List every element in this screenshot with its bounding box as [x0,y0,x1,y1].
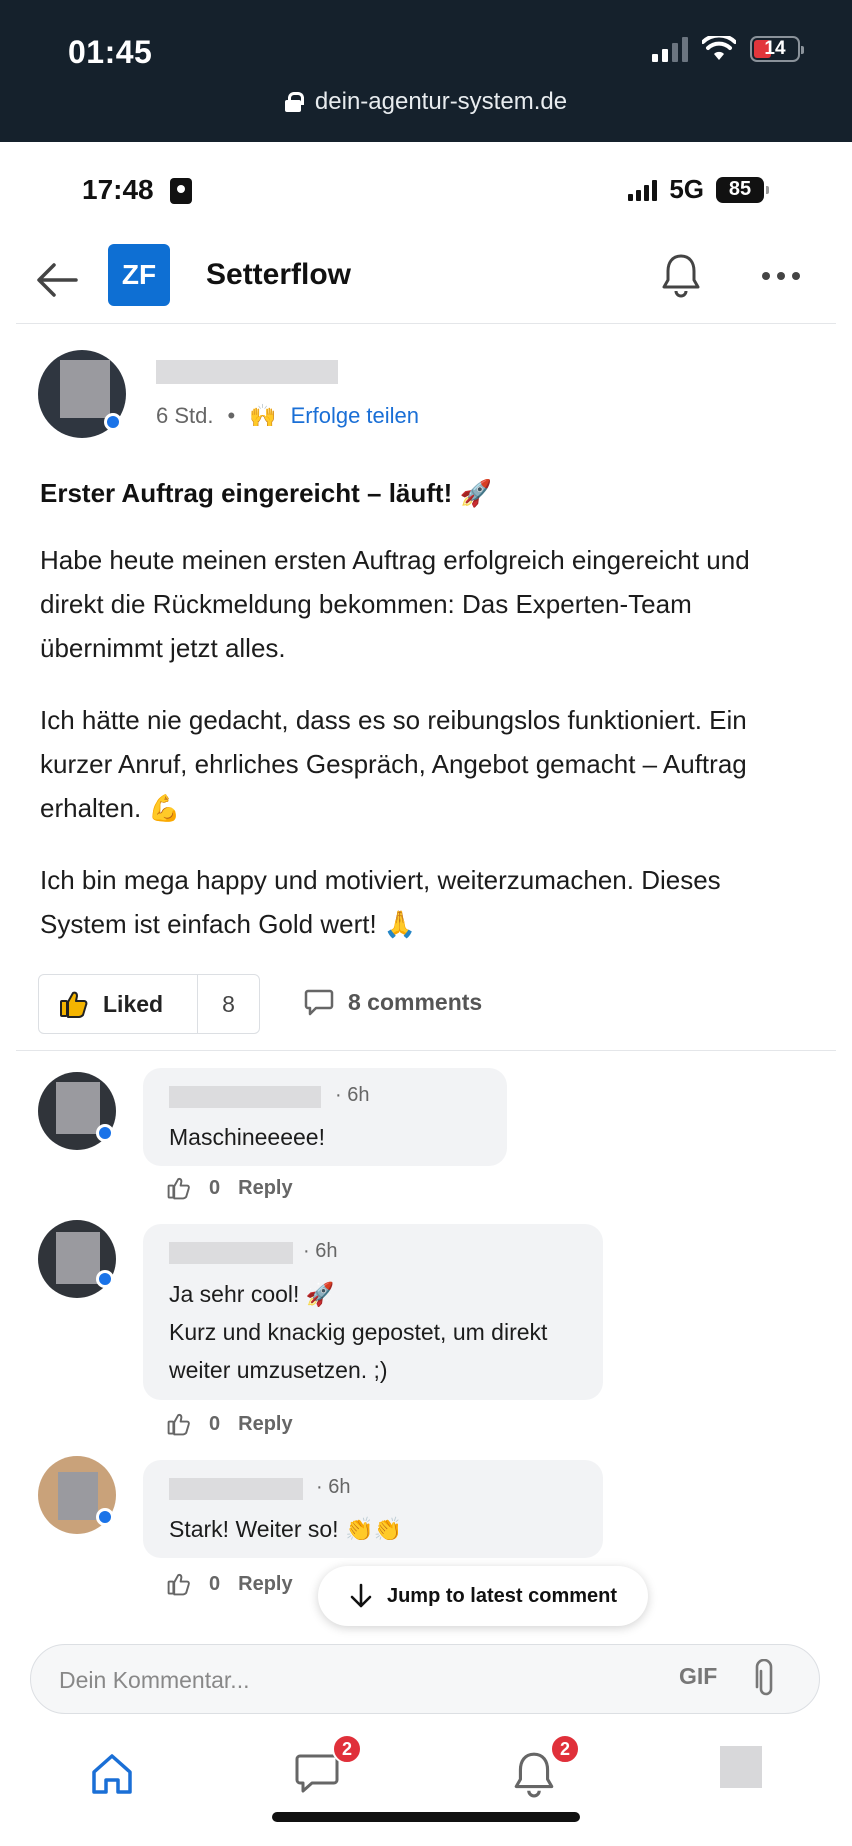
reply-button[interactable]: Reply [238,1573,292,1596]
group-title[interactable]: Setterflow [206,258,351,292]
jump-label: Jump to latest comment [386,1584,618,1607]
post-title: Erster Auftrag eingereicht – läuft! 🚀 [40,478,492,508]
home-indicator [272,1812,580,1822]
reactions-divider [16,1050,836,1051]
jump-to-latest-button[interactable]: Jump to latest comment [318,1566,648,1626]
comment-time: · 6h [335,1084,370,1106]
post-meta: 6 Std. • 🙌 Erfolge teilen [156,403,419,429]
comment-line: weiter umzusetzen. ;) [169,1357,388,1383]
address-bar[interactable]: dein-agentur-system.de [0,88,852,116]
home-icon [92,1754,132,1794]
comment-text: Stark! Weiter so! 👏👏 [169,1510,402,1548]
comment-text: Maschineeeee! [169,1118,325,1156]
comment-actions: 0 Reply [167,1176,293,1200]
phone-clock: 17:48 [82,174,154,205]
cellular-signal-icon [652,36,688,62]
cellular-signal-icon [628,179,658,201]
comments-button[interactable]: 8 comments [304,988,482,1016]
comments-count-label: 8 comments [348,988,483,1015]
messages-badge: 2 [332,1734,362,1764]
battery-icon: 85 [716,176,769,203]
more-options-icon[interactable] [762,272,800,280]
notifications-badge: 2 [550,1734,580,1764]
like-count[interactable]: 8 [198,975,259,1033]
comment-line: Kurz und knackig gepostet, um direkt [169,1319,548,1345]
commenter-name-redacted[interactable] [169,1242,293,1264]
post-category-link[interactable]: Erfolge teilen [291,403,419,429]
nav-profile-avatar[interactable] [720,1746,762,1788]
thumbs-up-filled-icon [60,991,88,1018]
battery-level: 85 [728,178,752,200]
comment-bubble-icon [304,989,334,1016]
header-divider [16,323,836,324]
like-label: Liked [103,990,164,1017]
battery-icon: 14 [750,36,804,62]
online-indicator [104,413,122,431]
browser-status-bar: 01:45 14 dein-agentur-system.de [0,0,852,142]
meta-separator: • [227,403,236,428]
reply-button[interactable]: Reply [238,1177,292,1200]
comment-line: Maschineeeee! [169,1124,325,1150]
wifi-icon [702,36,736,60]
thumbs-up-icon[interactable] [167,1412,191,1436]
phone-status-icons: 5G 85 [628,174,769,205]
url-text: dein-agentur-system.de [314,88,568,115]
thumbs-up-icon[interactable] [167,1572,191,1596]
reply-button[interactable]: Reply [238,1413,292,1436]
post-time: 6 Std. [156,403,214,428]
bottom-navigation: 2 2 [0,1730,852,1846]
like-button[interactable]: Liked [39,975,198,1033]
comment-time: · 6h [303,1240,338,1262]
raised-hands-icon: 🙌 [249,403,277,428]
thumbs-up-icon[interactable] [167,1176,191,1200]
post-paragraph: Habe heute meinen ersten Auftrag erfolgr… [40,545,750,663]
comment-actions: 0 Reply [167,1572,293,1596]
gif-button[interactable]: GIF [679,1663,717,1690]
nav-notifications[interactable]: 2 [512,1734,580,1800]
comment-like-count: 0 [209,1412,221,1435]
comment-actions: 0 Reply [167,1412,293,1436]
comment-text: Ja sehr cool! 🚀 Kurz und knackig geposte… [169,1275,547,1389]
battery-level: 14 [764,38,786,59]
post-paragraph: Ich hätte nie gedacht, dass es so reibun… [40,705,747,823]
online-indicator [96,1270,114,1288]
like-control: Liked 8 [38,974,260,1034]
author-name-redacted[interactable] [156,360,338,384]
bell-icon [514,1752,554,1798]
comment-time: · 6h [316,1476,351,1498]
comment-like-count: 0 [209,1176,221,1199]
network-type: 5G [669,174,704,204]
chat-bubble-icon [295,1754,339,1793]
post-paragraph: Ich bin mega happy und motiviert, weiter… [40,865,721,939]
browser-clock: 01:45 [68,34,153,70]
phone-status-bar: 17:48 5G 85 [0,142,852,238]
comment-composer: GIF [30,1644,820,1714]
comment-input[interactable] [57,1663,617,1697]
lock-icon [284,92,304,112]
app-header: ZF Setterflow [0,238,852,324]
arrow-down-icon [350,1583,372,1608]
comment-line: Stark! Weiter so! 👏👏 [169,1516,403,1542]
back-arrow-icon[interactable] [36,262,78,298]
comment-line: Ja sehr cool! 🚀 [169,1281,335,1307]
nav-messages[interactable]: 2 [294,1734,362,1800]
post-body: Habe heute meinen ersten Auftrag erfolgr… [40,538,760,974]
group-logo[interactable]: ZF [108,244,170,306]
bell-icon[interactable] [660,252,702,298]
nav-home[interactable] [88,1750,140,1800]
browser-status-icons: 14 [652,36,804,62]
commenter-name-redacted[interactable] [169,1086,321,1108]
contact-card-icon [170,178,192,204]
paperclip-icon[interactable] [753,1659,779,1699]
online-indicator [96,1124,114,1142]
online-indicator [96,1508,114,1526]
commenter-name-redacted[interactable] [169,1478,303,1500]
comment-like-count: 0 [209,1572,221,1595]
